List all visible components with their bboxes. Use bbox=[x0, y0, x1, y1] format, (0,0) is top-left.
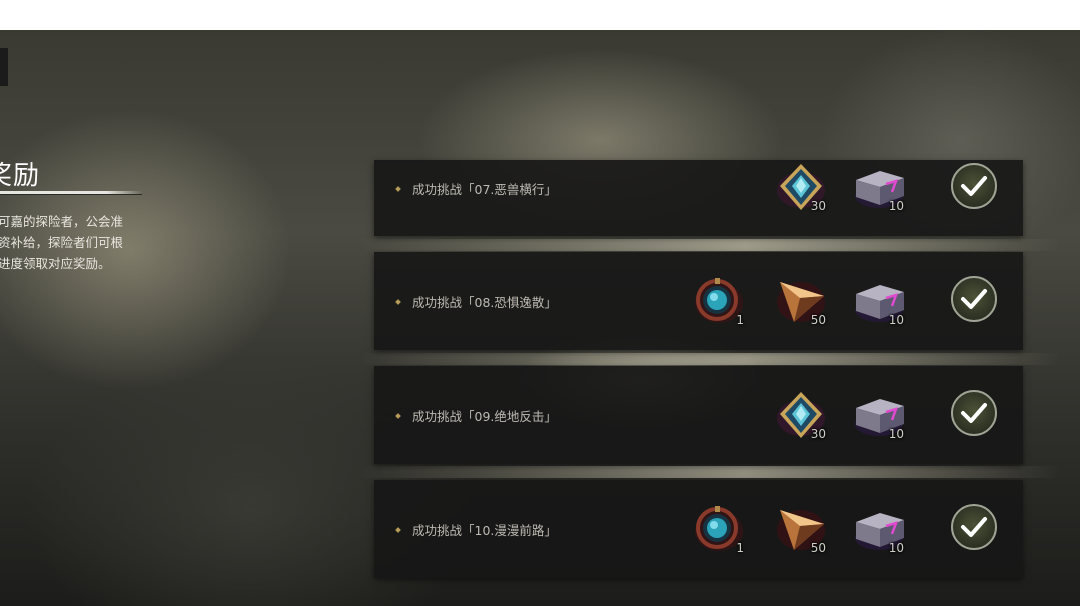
claimed-check-button[interactable] bbox=[951, 276, 997, 322]
reward-quantity: 50 bbox=[810, 541, 826, 555]
task-label-text: 成功挑战「10.漫漫前路」 bbox=[412, 523, 557, 538]
task-label-text: 成功挑战「08.恐惧逸散」 bbox=[412, 295, 557, 310]
top-blank-bar bbox=[0, 0, 1080, 30]
task-label-text: 成功挑战「09.绝地反击」 bbox=[412, 409, 557, 424]
panel-description: 可嘉的探险者，公会准 资补给，探险者们可根 进度领取对应奖励。 bbox=[0, 211, 156, 274]
task-label: 成功挑战「07.恶兽横行」 bbox=[395, 179, 557, 198]
bullet-icon bbox=[395, 412, 401, 419]
task-row: 成功挑战「09.绝地反击」 30 10 bbox=[374, 366, 1023, 464]
description-line: 资补给，探险者们可根 bbox=[0, 235, 124, 250]
light-streak bbox=[360, 466, 1060, 478]
back-tab[interactable] bbox=[0, 48, 8, 86]
checkmark-icon bbox=[961, 403, 987, 423]
reward-item[interactable]: 50 bbox=[774, 504, 828, 555]
task-label: 成功挑战「10.漫漫前路」 bbox=[395, 520, 557, 539]
panel-title: 奖励 bbox=[0, 161, 41, 191]
reward-item[interactable]: 1 bbox=[692, 504, 746, 555]
task-row: 成功挑战「08.恐惧逸散」 1 50 10 bbox=[374, 252, 1023, 350]
description-line: 进度领取对应奖励。 bbox=[0, 256, 111, 271]
checkmark-icon bbox=[961, 176, 987, 196]
reward-item[interactable]: 10 bbox=[852, 162, 906, 213]
reward-quantity: 30 bbox=[810, 427, 826, 441]
title-underline-shadow bbox=[0, 194, 142, 195]
task-label-text: 成功挑战「07.恶兽横行」 bbox=[412, 182, 557, 197]
bullet-icon bbox=[395, 298, 401, 305]
claimed-check-button[interactable] bbox=[951, 163, 997, 209]
task-label: 成功挑战「08.恐惧逸散」 bbox=[395, 292, 557, 311]
light-streak bbox=[360, 353, 1060, 365]
reward-quantity: 10 bbox=[888, 199, 904, 213]
bullet-icon bbox=[395, 526, 401, 533]
reward-item[interactable]: 10 bbox=[852, 276, 906, 327]
reward-quantity: 10 bbox=[888, 313, 904, 327]
reward-item[interactable]: 50 bbox=[774, 276, 828, 327]
claimed-check-button[interactable] bbox=[951, 504, 997, 550]
reward-quantity: 10 bbox=[888, 427, 904, 441]
task-row: 成功挑战「07.恶兽横行」 30 10 bbox=[374, 160, 1023, 236]
reward-item[interactable]: 30 bbox=[774, 162, 828, 213]
reward-item[interactable]: 10 bbox=[852, 504, 906, 555]
reward-quantity: 1 bbox=[736, 313, 744, 327]
reward-item[interactable]: 10 bbox=[852, 390, 906, 441]
reward-quantity: 30 bbox=[810, 199, 826, 213]
checkmark-icon bbox=[961, 517, 987, 537]
reward-quantity: 10 bbox=[888, 541, 904, 555]
reward-quantity: 1 bbox=[736, 541, 744, 555]
reward-item[interactable]: 1 bbox=[692, 276, 746, 327]
task-row: 成功挑战「10.漫漫前路」 1 50 10 bbox=[374, 480, 1023, 578]
reward-quantity: 50 bbox=[810, 313, 826, 327]
checkmark-icon bbox=[961, 289, 987, 309]
claimed-check-button[interactable] bbox=[951, 390, 997, 436]
bullet-icon bbox=[395, 185, 401, 192]
task-label: 成功挑战「09.绝地反击」 bbox=[395, 406, 557, 425]
reward-item[interactable]: 30 bbox=[774, 390, 828, 441]
light-streak bbox=[360, 239, 1060, 251]
description-line: 可嘉的探险者，公会准 bbox=[0, 214, 124, 229]
